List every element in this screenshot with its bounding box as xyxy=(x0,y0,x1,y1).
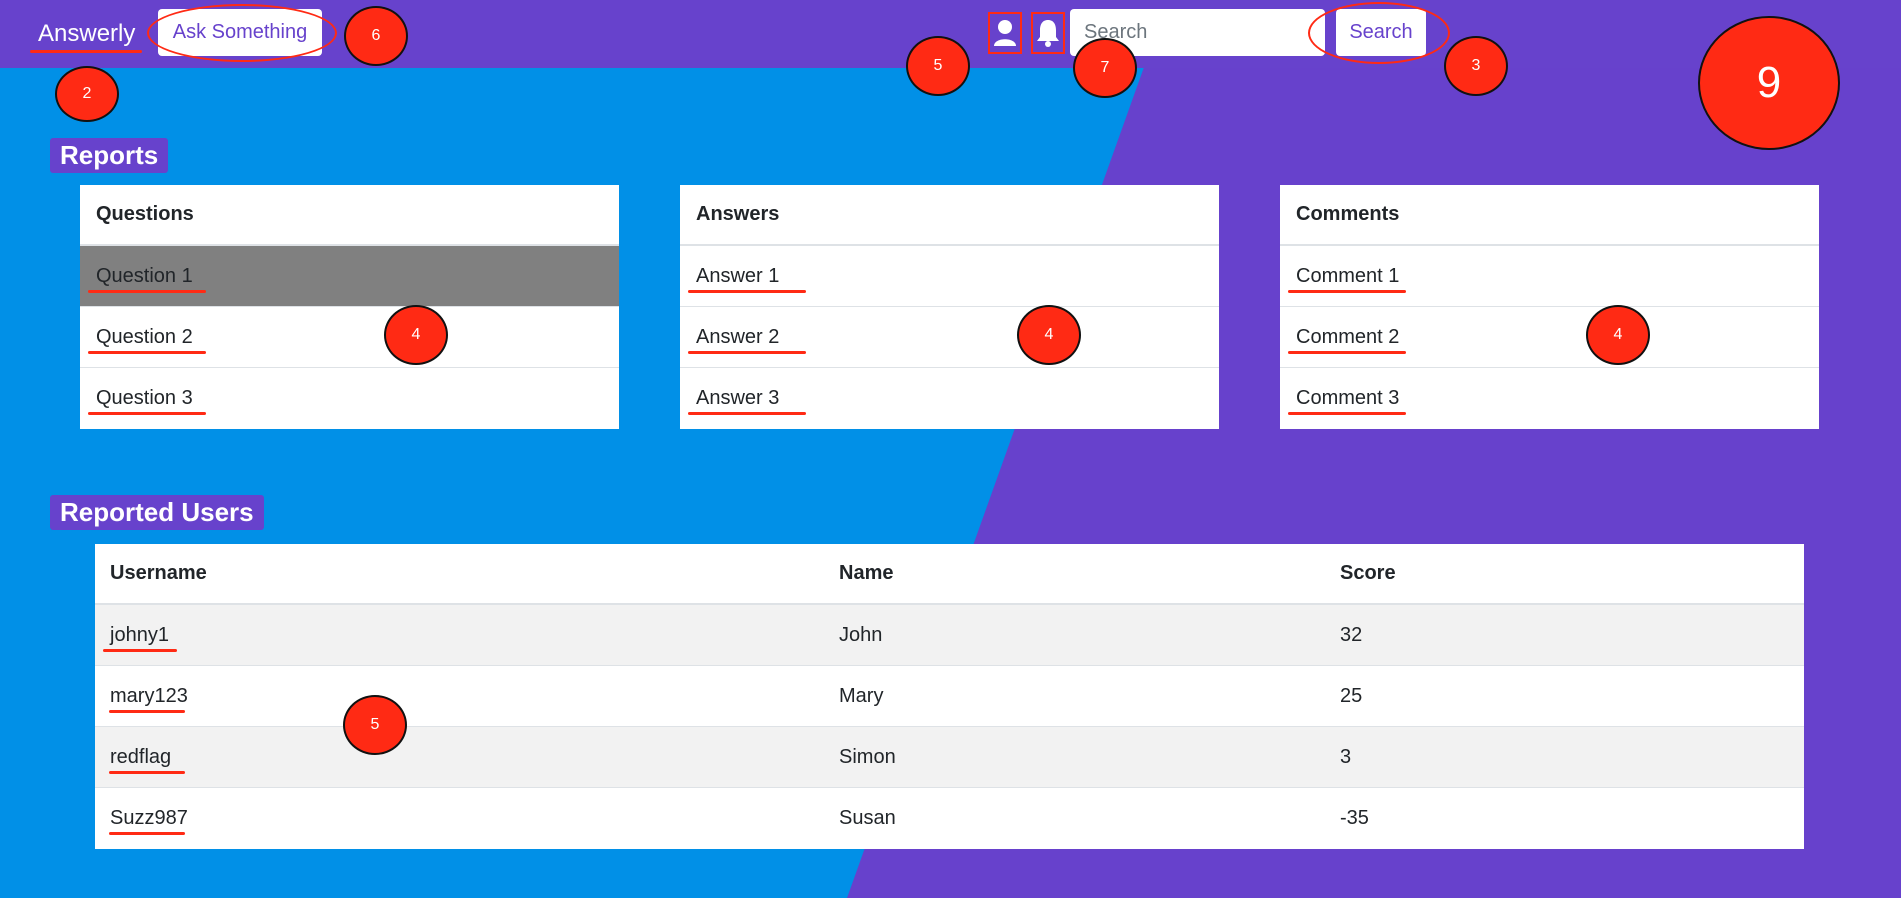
comment-link[interactable]: Comment 1 xyxy=(1296,265,1399,288)
column-header-score: Score xyxy=(1340,562,1396,584)
underline-marker xyxy=(88,290,206,293)
table-header-row: Username Name Score xyxy=(95,544,1804,605)
comment-link[interactable]: Comment 2 xyxy=(1296,326,1399,349)
notifications-button[interactable] xyxy=(1031,12,1065,54)
user-name: Susan xyxy=(839,807,896,829)
underline-marker xyxy=(109,710,185,713)
underline-marker xyxy=(1288,351,1406,354)
user-name: Mary xyxy=(839,684,884,707)
reported-users-table: Username Name Score johny1 John 32 mary1… xyxy=(95,544,1804,849)
underline-marker xyxy=(688,351,806,354)
user-icon xyxy=(994,20,1016,46)
comment-link[interactable]: Comment 3 xyxy=(1296,387,1399,410)
profile-button[interactable] xyxy=(988,12,1022,54)
bell-icon xyxy=(1037,20,1059,47)
underline-marker xyxy=(88,351,206,354)
answer-link[interactable]: Answer 2 xyxy=(696,326,779,349)
annotation-badge: 3 xyxy=(1444,36,1508,96)
comment-row[interactable]: Comment 3 xyxy=(1280,368,1819,429)
question-link[interactable]: Question 1 xyxy=(96,265,193,288)
annotation-badge: 4 xyxy=(1017,305,1081,365)
question-link[interactable]: Question 2 xyxy=(96,326,193,349)
underline-marker xyxy=(30,50,142,53)
annotation-badge: 4 xyxy=(1586,305,1650,365)
answers-header: Answers xyxy=(680,185,1219,246)
user-score: 25 xyxy=(1340,684,1363,707)
user-score: -35 xyxy=(1340,807,1369,829)
reports-title: Reports xyxy=(50,138,169,173)
comments-header: Comments xyxy=(1280,185,1819,246)
annotation-badge: 6 xyxy=(344,6,408,66)
answer-row[interactable]: Answer 2 xyxy=(680,307,1219,368)
search-button[interactable]: Search xyxy=(1336,9,1426,56)
table-row[interactable]: johny1 John 32 xyxy=(95,605,1804,666)
username-link[interactable]: Suzz987 xyxy=(110,807,188,830)
underline-marker xyxy=(109,771,185,774)
user-name: John xyxy=(839,623,883,646)
comments-card: Comments Comment 1 Comment 2 Comment 3 xyxy=(1280,185,1819,429)
underline-marker xyxy=(88,412,206,415)
questions-card: Questions Question 1 Question 2 Question… xyxy=(80,185,619,429)
user-name: Simon xyxy=(839,745,896,768)
ask-something-button[interactable]: Ask Something xyxy=(158,9,322,56)
question-link[interactable]: Question 3 xyxy=(96,387,193,410)
question-row[interactable]: Question 3 xyxy=(80,368,619,429)
underline-marker xyxy=(103,649,177,652)
table-row[interactable]: Suzz987 Susan -35 xyxy=(95,788,1804,849)
answer-row[interactable]: Answer 3 xyxy=(680,368,1219,429)
username-link[interactable]: redflag xyxy=(110,746,171,769)
underline-marker xyxy=(1288,290,1406,293)
annotation-badge: 5 xyxy=(343,695,407,755)
username-link[interactable]: johny1 xyxy=(110,624,169,647)
annotation-badge: 2 xyxy=(55,66,119,122)
reported-users-title: Reported Users xyxy=(50,495,264,530)
annotation-badge: 7 xyxy=(1073,38,1137,98)
annotation-badge: 5 xyxy=(906,36,970,96)
underline-marker xyxy=(688,290,806,293)
answer-link[interactable]: Answer 3 xyxy=(696,387,779,410)
username-link[interactable]: mary123 xyxy=(110,685,188,708)
user-score: 3 xyxy=(1340,745,1352,768)
questions-header: Questions xyxy=(80,185,619,246)
question-row[interactable]: Question 1 xyxy=(80,246,619,307)
comment-row[interactable]: Comment 2 xyxy=(1280,307,1819,368)
underline-marker xyxy=(1288,412,1406,415)
answer-link[interactable]: Answer 1 xyxy=(696,265,779,288)
answers-card: Answers Answer 1 Answer 2 Answer 3 xyxy=(680,185,1219,429)
column-header-username: Username xyxy=(110,562,207,584)
comment-row[interactable]: Comment 1 xyxy=(1280,246,1819,307)
brand-link[interactable]: Answerly xyxy=(38,20,135,48)
annotation-badge: 4 xyxy=(384,305,448,365)
column-header-name: Name xyxy=(839,562,894,584)
underline-marker xyxy=(109,832,185,835)
annotation-badge: 9 xyxy=(1698,16,1840,150)
underline-marker xyxy=(688,412,806,415)
question-row[interactable]: Question 2 xyxy=(80,307,619,368)
answer-row[interactable]: Answer 1 xyxy=(680,246,1219,307)
user-score: 32 xyxy=(1340,623,1363,646)
